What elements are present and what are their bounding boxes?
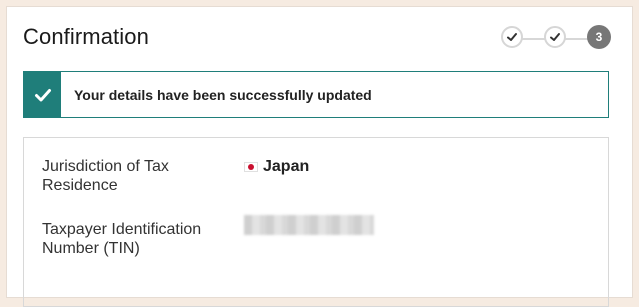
alert-icon-box <box>24 72 61 117</box>
jurisdiction-country: Japan <box>263 158 310 175</box>
japan-flag-icon <box>244 162 258 172</box>
jurisdiction-value: Japan <box>244 158 309 176</box>
check-icon <box>507 33 517 41</box>
tin-value-redacted <box>244 215 374 235</box>
step-2-complete <box>544 26 566 48</box>
step-3-current: 3 <box>587 25 611 49</box>
step-1-complete <box>501 26 523 48</box>
details-panel: Jurisdiction of Tax Residence Japan Taxp… <box>23 137 609 307</box>
jurisdiction-label: Jurisdiction of Tax Residence <box>42 158 169 194</box>
progress-stepper: 3 <box>501 25 611 52</box>
stepper-connector <box>521 38 545 40</box>
check-icon <box>550 33 560 41</box>
stepper-connector <box>565 38 589 40</box>
page-title: Confirmation <box>23 24 149 49</box>
confirmation-card: Confirmation 3 Your details have been su… <box>6 6 633 307</box>
check-icon <box>34 88 51 101</box>
alert-message: Your details have been successfully upda… <box>74 87 372 103</box>
tin-label: Taxpayer Identification Number (TIN) <box>42 221 202 257</box>
success-alert: Your details have been successfully upda… <box>23 71 609 118</box>
